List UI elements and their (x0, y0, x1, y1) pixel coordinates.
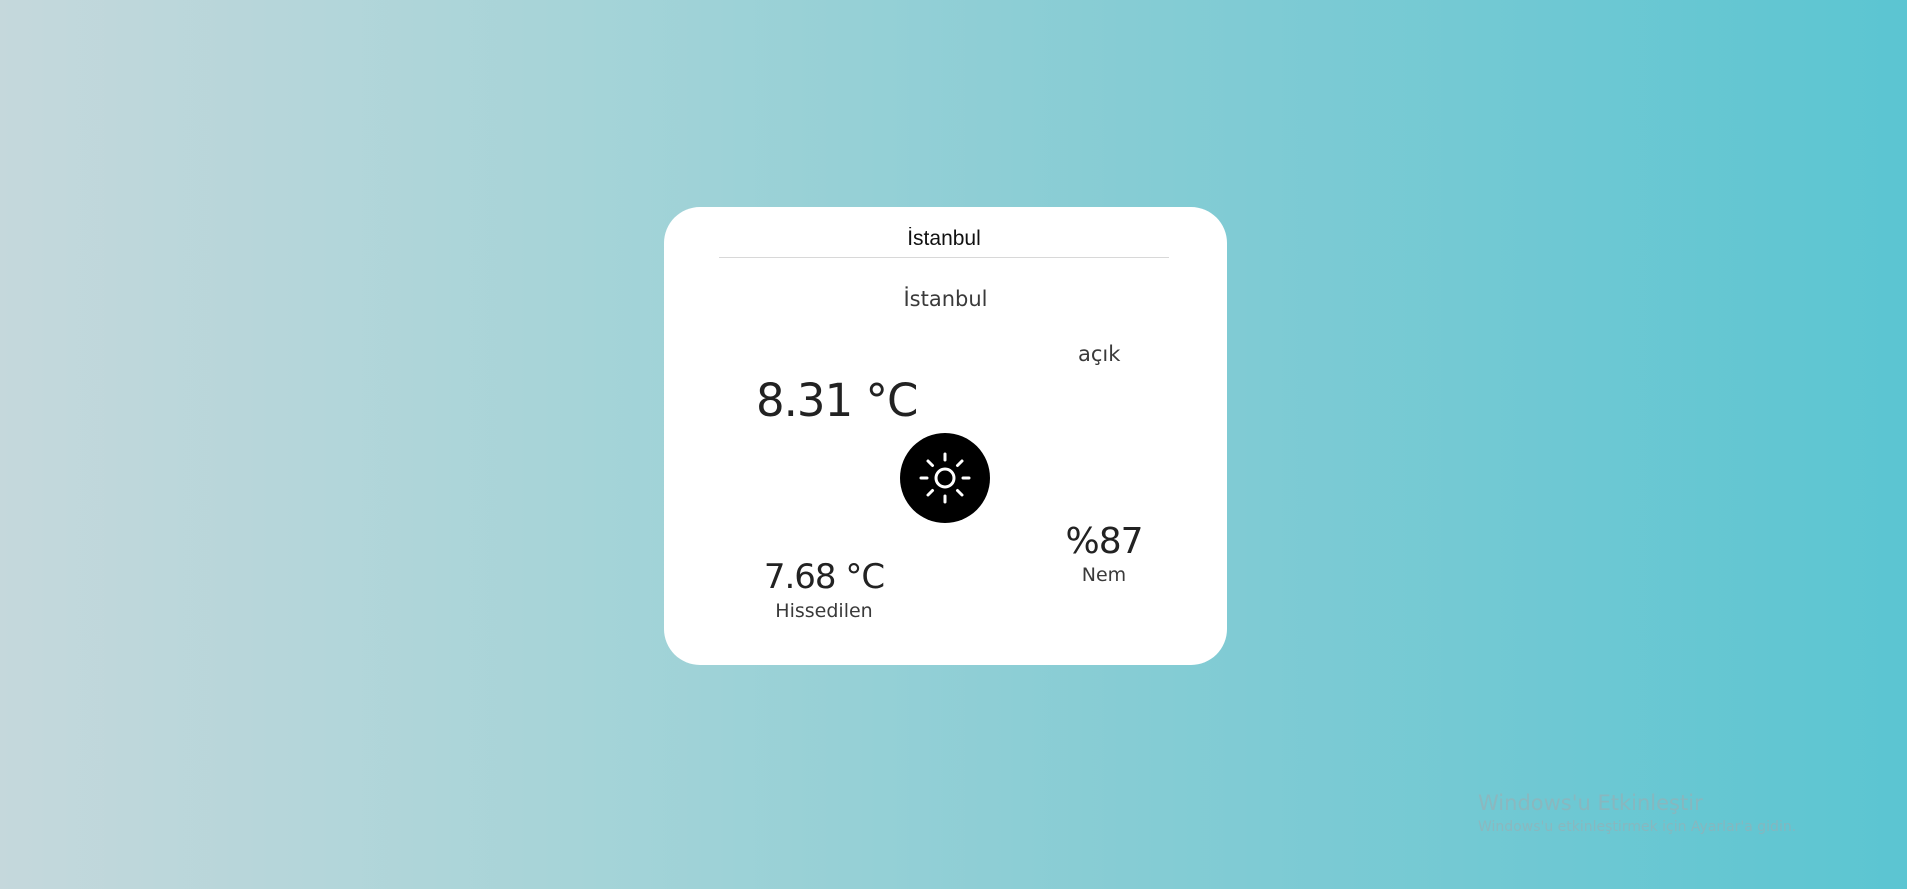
humidity-label: Nem (1081, 564, 1127, 586)
weather-description: açık (1078, 342, 1121, 366)
sun-icon (900, 433, 990, 523)
watermark-subtitle: Windows'u etkinleştirmek için Ayarlar'a … (1478, 819, 1797, 835)
windows-activation-watermark: Windows'u Etkinleştir Windows'u etkinleş… (1478, 790, 1796, 838)
city-search-input[interactable] (719, 220, 1169, 258)
feels-like-value: 7.68 °C (763, 557, 885, 597)
temperature: 8.31 °C (756, 374, 918, 427)
city-name: İstanbul (903, 287, 988, 311)
watermark-title: Windows'u Etkinleştir (1478, 791, 1703, 815)
weather-card: İstanbul açık 8.31 °C 7.68 °C Hissedilen… (664, 207, 1227, 665)
sun-icon-glyph (919, 452, 971, 504)
feels-like-label: Hissedilen (775, 600, 873, 622)
humidity-value: %87 (1065, 521, 1143, 562)
